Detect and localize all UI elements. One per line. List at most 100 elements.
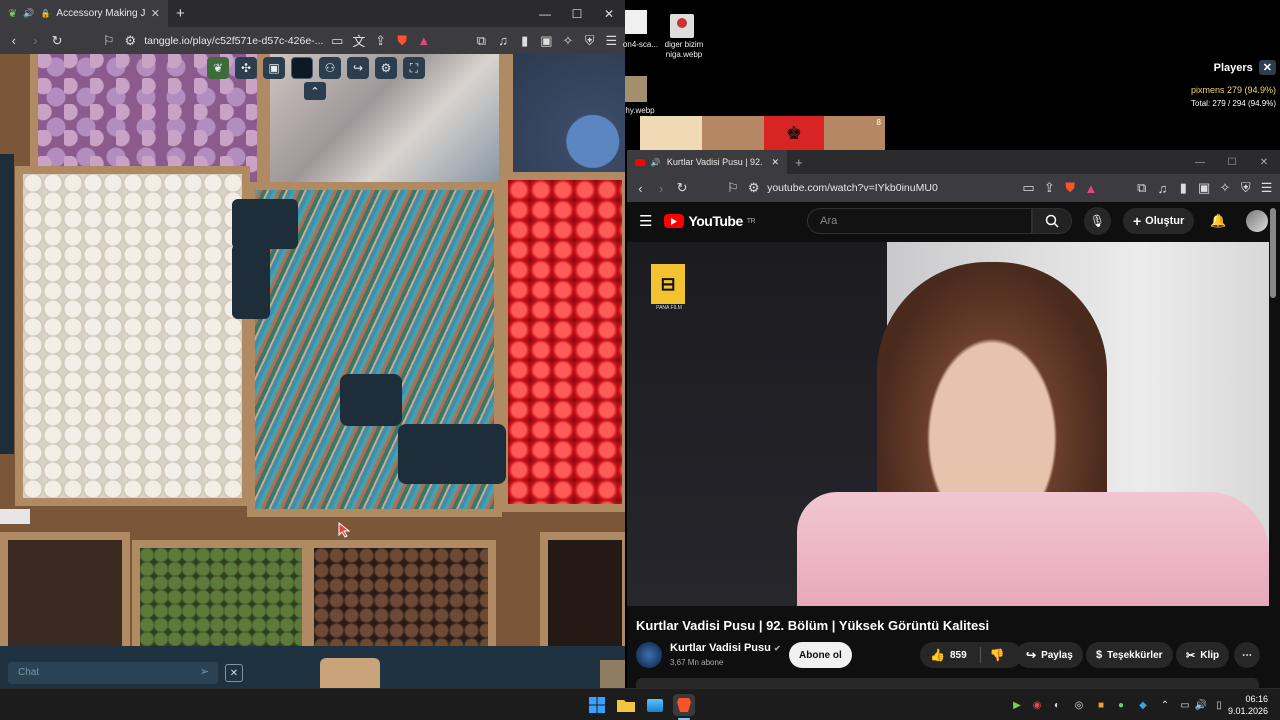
loose-puzzle-piece[interactable]: [600, 660, 625, 688]
search-button[interactable]: [1032, 208, 1072, 234]
tray-app4-icon[interactable]: ◆: [1136, 698, 1150, 712]
volume-icon[interactable]: 🔊: [1194, 698, 1208, 712]
tray-steam-icon[interactable]: ◐: [1050, 698, 1064, 712]
tab-tanggle[interactable]: ❦ 🔊 🔒 Accessory Making Jigsaw ✕: [0, 0, 168, 27]
tray-app2-icon[interactable]: ■: [1094, 698, 1108, 712]
desktop-image2-icon[interactable]: [625, 76, 647, 102]
background-color-icon[interactable]: [291, 57, 313, 79]
address-bar[interactable]: youtube.com/watch?v=IYkb0inuMU0: [767, 182, 985, 194]
pieces-icon[interactable]: ✣: [235, 57, 257, 79]
settings-icon[interactable]: ⚙: [375, 57, 397, 79]
cast-icon[interactable]: ▭: [329, 31, 345, 51]
clip-button[interactable]: ✂ Klip: [1176, 642, 1230, 668]
preview-image-icon[interactable]: ▣: [263, 57, 285, 79]
description-box[interactable]: [636, 678, 1259, 688]
tray-nvidia-icon[interactable]: ▶: [1010, 698, 1024, 712]
screenshot-icon[interactable]: ⧉: [1134, 178, 1149, 198]
avatar[interactable]: [1246, 210, 1268, 232]
speaker-icon[interactable]: 🔊: [23, 8, 34, 19]
like-icon[interactable]: 👍: [930, 648, 945, 662]
minimize-button[interactable]: —: [1184, 150, 1216, 174]
bookmark-icon[interactable]: ⚐: [725, 178, 740, 198]
brave-shield-icon[interactable]: ⛊: [394, 31, 410, 51]
subscribe-button[interactable]: Abone ol: [789, 642, 852, 668]
tray-discord-icon[interactable]: ◎: [1072, 698, 1086, 712]
more-actions-button[interactable]: ⋯: [1234, 642, 1260, 668]
share-puzzle-icon[interactable]: ↪: [347, 57, 369, 79]
desktop-file-icon[interactable]: [625, 10, 647, 34]
scrollbar[interactable]: [1270, 208, 1276, 298]
puzzle-board[interactable]: [0, 54, 625, 646]
tray-app3-icon[interactable]: ●: [1114, 698, 1128, 712]
file-explorer-icon[interactable]: [615, 694, 637, 716]
tray-chevron-icon[interactable]: ⌃: [1158, 698, 1172, 712]
share-icon[interactable]: ⇪: [373, 31, 389, 51]
screenshot-icon[interactable]: ⧉: [474, 31, 490, 51]
voice-search-button[interactable]: 🎙: [1083, 207, 1111, 235]
brave-rewards-icon[interactable]: ▲: [1084, 178, 1099, 198]
brave-shield-icon[interactable]: ⛊: [1063, 178, 1078, 198]
reload-icon[interactable]: ↻: [49, 31, 65, 51]
scatter-pieces-icon[interactable]: ✕: [225, 664, 243, 682]
loose-puzzle-piece[interactable]: [320, 658, 380, 688]
vpn-icon[interactable]: ⛨: [1238, 178, 1253, 198]
notifications-icon[interactable]: 🔔: [1210, 213, 1226, 229]
start-button[interactable]: [586, 694, 608, 716]
clock[interactable]: 06:16 9.01.2026: [1228, 693, 1268, 717]
tab-close-icon[interactable]: ✕: [151, 7, 160, 20]
speaker-icon[interactable]: 🔊: [651, 158, 661, 167]
forward-icon[interactable]: ›: [654, 178, 669, 198]
tab-youtube[interactable]: 🔊 Kurtlar Vadisi Pusu | 92. Bölüm ✕: [627, 150, 787, 174]
back-icon[interactable]: ‹: [6, 31, 22, 51]
battery-icon[interactable]: ▯: [1212, 698, 1226, 712]
players-icon[interactable]: ⚇: [319, 57, 341, 79]
close-players-icon[interactable]: ✕: [1258, 60, 1276, 75]
maximize-button[interactable]: ☐: [1216, 150, 1248, 174]
network-icon[interactable]: ▭: [1178, 698, 1192, 712]
search-input[interactable]: Ara: [807, 208, 1033, 234]
music-icon[interactable]: ♫: [1155, 178, 1170, 198]
new-tab-button[interactable]: +: [795, 155, 803, 170]
hamburger-menu-icon[interactable]: ☰: [639, 212, 652, 230]
tanggle-logo-icon[interactable]: ❦: [207, 57, 229, 79]
leo-ai-icon[interactable]: ✧: [560, 31, 576, 51]
wallet-icon[interactable]: ▣: [1197, 178, 1212, 198]
tray-app-icon[interactable]: ◉: [1030, 698, 1044, 712]
thanks-button[interactable]: $ Teşekkürler: [1086, 642, 1173, 668]
brave-browser-icon[interactable]: [673, 694, 695, 716]
minimize-button[interactable]: —: [529, 0, 561, 27]
dislike-icon[interactable]: 👎: [990, 648, 1005, 662]
menu-icon[interactable]: ☰: [1259, 178, 1274, 198]
menu-icon[interactable]: ☰: [603, 31, 619, 51]
close-button[interactable]: ✕: [593, 0, 625, 27]
send-icon[interactable]: ➢: [200, 665, 209, 678]
photos-app-icon[interactable]: [644, 694, 666, 716]
brave-rewards-icon[interactable]: ▲: [416, 31, 432, 51]
leo-ai-icon[interactable]: ✧: [1218, 178, 1233, 198]
create-button[interactable]: + Oluştur: [1122, 208, 1195, 234]
fullscreen-icon[interactable]: ⛶: [403, 57, 425, 79]
close-button[interactable]: ✕: [1248, 150, 1280, 174]
vpn-icon[interactable]: ⛨: [582, 31, 598, 51]
reload-icon[interactable]: ↻: [675, 178, 690, 198]
forward-icon[interactable]: ›: [28, 31, 44, 51]
tab-close-icon[interactable]: ✕: [771, 157, 779, 168]
sidebar-icon[interactable]: ▮: [1176, 178, 1191, 198]
address-bar[interactable]: tanggle.io/play/c52f571e-d57c-426e-...: [144, 35, 323, 47]
channel-name[interactable]: Kurtlar Vadisi Pusu ✔: [670, 642, 781, 654]
wallet-icon[interactable]: ▣: [539, 31, 555, 51]
site-info-icon[interactable]: ⚙: [123, 31, 139, 51]
sidebar-icon[interactable]: ▮: [517, 31, 533, 51]
music-icon[interactable]: ♫: [495, 31, 511, 51]
maximize-button[interactable]: ☐: [561, 0, 593, 27]
new-tab-button[interactable]: +: [176, 5, 185, 22]
back-icon[interactable]: ‹: [633, 178, 648, 198]
like-count[interactable]: 859: [950, 650, 967, 661]
chat-input[interactable]: Chat: [8, 662, 218, 684]
translate-icon[interactable]: 文: [351, 31, 367, 51]
cast-icon[interactable]: ▭: [1021, 178, 1036, 198]
collapse-toolbar-icon[interactable]: ⌃: [304, 82, 326, 100]
share-icon[interactable]: ⇪: [1042, 178, 1057, 198]
youtube-logo[interactable]: YouTube TR: [664, 213, 756, 229]
channel-avatar[interactable]: [636, 642, 662, 668]
